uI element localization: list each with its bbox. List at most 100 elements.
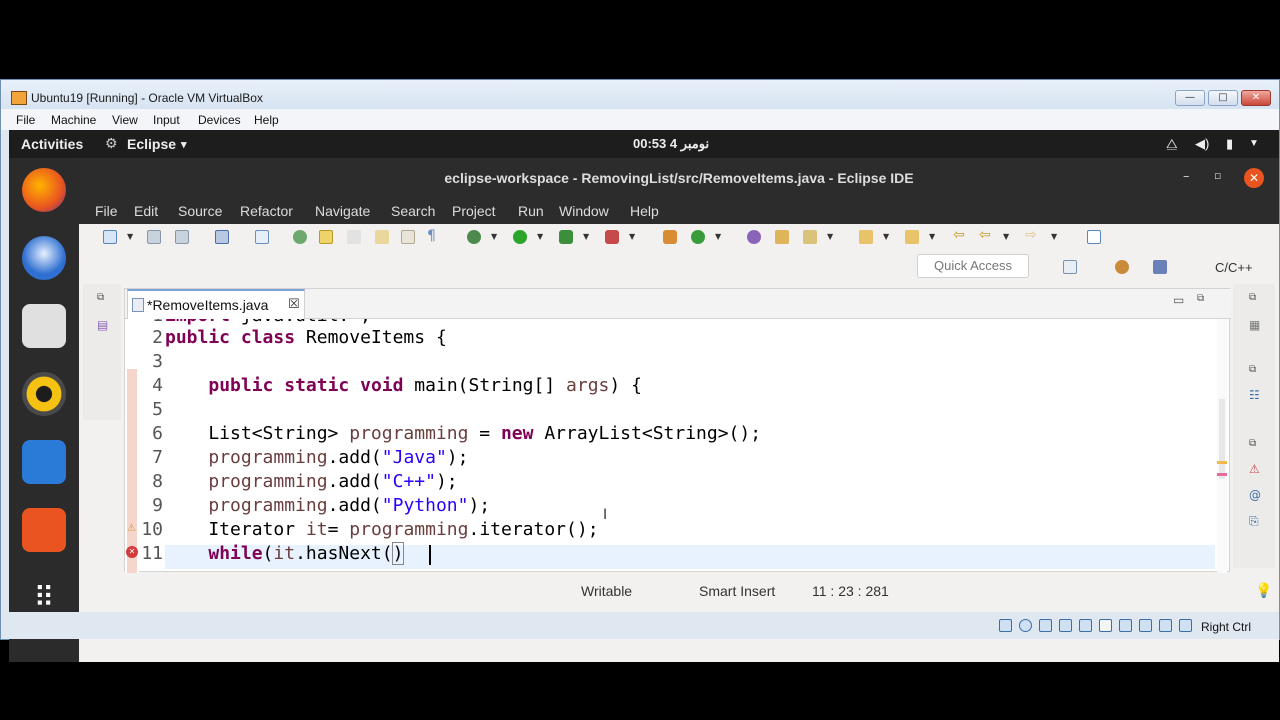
minimize-button[interactable]: —: [1175, 90, 1205, 106]
chevron-down-icon[interactable]: ▾: [181, 138, 187, 151]
java-ee-perspective-icon[interactable]: [1115, 260, 1129, 274]
skip-breakpoints-icon[interactable]: [255, 230, 269, 244]
warning-icon[interactable]: ⚠: [127, 523, 136, 534]
display-icon[interactable]: [1119, 619, 1132, 632]
code-text-area[interactable]: 1 import java.util.*; 2 public class Rem…: [125, 319, 1231, 573]
rhythmbox-icon[interactable]: [22, 372, 66, 416]
restore-icon[interactable]: ⧉: [97, 292, 104, 303]
chevron-down-icon[interactable]: ▼: [537, 232, 543, 241]
quick-access-input[interactable]: Quick Access: [917, 254, 1029, 278]
restore-icon[interactable]: ⧉: [1249, 292, 1256, 303]
last-edit-icon[interactable]: ⇦: [953, 227, 965, 243]
lightbulb-icon[interactable]: 💡: [1255, 582, 1272, 599]
chevron-down-icon[interactable]: ▼: [1051, 232, 1057, 241]
chevron-down-icon[interactable]: ▼: [883, 232, 889, 241]
shared-folders-icon[interactable]: [1099, 619, 1112, 632]
restore-icon[interactable]: ⧉: [1249, 364, 1256, 375]
annotation-icon[interactable]: [401, 230, 415, 244]
save-icon[interactable]: [147, 230, 161, 244]
editor-tab[interactable]: *RemoveItems.java ☒: [127, 289, 305, 319]
chevron-down-icon[interactable]: ▼: [583, 232, 589, 241]
external-tools-icon[interactable]: [605, 230, 619, 244]
eclipse-close-button[interactable]: ✕: [1244, 168, 1264, 188]
open-perspective-icon[interactable]: [747, 230, 761, 244]
clock[interactable]: 00:53 4 نومبر: [633, 136, 709, 152]
open-type-icon[interactable]: [293, 230, 307, 244]
battery-icon[interactable]: ▮: [1226, 136, 1233, 152]
recording-icon[interactable]: [1139, 619, 1152, 632]
menu-source[interactable]: Source: [178, 203, 222, 219]
highlight-icon[interactable]: [319, 230, 333, 244]
menu-file[interactable]: File: [95, 203, 118, 219]
problems-icon[interactable]: ⚠: [1249, 462, 1260, 476]
perspective-cpp[interactable]: C/C++: [1215, 260, 1253, 275]
search-icon[interactable]: [803, 230, 817, 244]
maximize-button[interactable]: □: [1208, 90, 1238, 106]
new-package-icon[interactable]: [663, 230, 677, 244]
virtualization-icon[interactable]: [1159, 619, 1172, 632]
minimize-editor-button[interactable]: ▭: [1173, 293, 1184, 307]
vb-menu-devices[interactable]: Devices: [198, 113, 241, 127]
run-icon[interactable]: [513, 230, 527, 244]
menu-search[interactable]: Search: [391, 203, 435, 219]
vb-menu-help[interactable]: Help: [254, 113, 279, 127]
vb-menu-file[interactable]: File: [16, 113, 35, 127]
chevron-down-icon[interactable]: ▼: [491, 232, 497, 241]
new-class-icon[interactable]: [691, 230, 705, 244]
code-editor[interactable]: *RemoveItems.java ☒ ▭ ⧉ 1: [124, 288, 1231, 573]
activities-button[interactable]: Activities: [21, 136, 83, 152]
optical-drive-icon[interactable]: [1019, 619, 1032, 632]
save-all-icon[interactable]: [175, 230, 189, 244]
folder-icon[interactable]: [775, 230, 789, 244]
warning-marker[interactable]: [1217, 461, 1227, 464]
files-icon[interactable]: [22, 304, 66, 348]
vb-menu-view[interactable]: View: [112, 113, 138, 127]
eclipse-minimize-button[interactable]: –: [1183, 169, 1190, 184]
menu-help[interactable]: Help: [630, 203, 659, 219]
error-marker[interactable]: [1217, 473, 1227, 476]
debug-icon[interactable]: [467, 230, 481, 244]
menu-window[interactable]: Window: [559, 203, 609, 219]
menu-navigate[interactable]: Navigate: [315, 203, 370, 219]
app-menu-label[interactable]: Eclipse: [127, 136, 176, 152]
pin-editor-icon[interactable]: [1087, 230, 1101, 244]
open-perspective-icon[interactable]: [1063, 260, 1077, 274]
terminal-icon[interactable]: [215, 230, 229, 244]
previous-annotation-icon[interactable]: [905, 230, 919, 244]
hard-disk-icon[interactable]: [999, 619, 1012, 632]
pilcrow-icon[interactable]: ¶: [427, 228, 436, 244]
coverage-icon[interactable]: [559, 230, 573, 244]
error-icon[interactable]: ✕: [126, 546, 138, 558]
back-icon[interactable]: ⇦: [979, 227, 991, 243]
package-explorer-icon[interactable]: ▤: [97, 318, 108, 332]
outline-icon[interactable]: ☷: [1249, 388, 1260, 402]
cut-icon[interactable]: [347, 230, 361, 244]
usb-icon[interactable]: [1079, 619, 1092, 632]
forward-icon[interactable]: ⇨: [1025, 227, 1037, 243]
chevron-down-icon[interactable]: ▼: [827, 232, 833, 241]
thunderbird-icon[interactable]: [22, 236, 66, 280]
chevron-down-icon[interactable]: ▼: [929, 232, 935, 241]
firefox-icon[interactable]: [22, 168, 66, 212]
menu-edit[interactable]: Edit: [134, 203, 158, 219]
restore-icon[interactable]: ⧉: [1249, 438, 1256, 449]
close-icon[interactable]: ☒: [288, 297, 300, 312]
eclipse-maximize-button[interactable]: ▫: [1214, 169, 1221, 182]
network-adapter-icon[interactable]: [1059, 619, 1072, 632]
vb-menu-machine[interactable]: Machine: [51, 113, 96, 127]
chevron-down-icon[interactable]: ▼: [715, 232, 721, 241]
close-button[interactable]: ✕: [1241, 90, 1271, 106]
writer-icon[interactable]: [22, 440, 66, 484]
new-icon[interactable]: [103, 230, 117, 244]
audio-icon[interactable]: [1039, 619, 1052, 632]
scrollbar-thumb[interactable]: [1219, 399, 1225, 479]
power-menu-icon[interactable]: ▼: [1249, 138, 1259, 149]
java-perspective-icon[interactable]: [1153, 260, 1167, 274]
network-icon[interactable]: ⧋: [1166, 136, 1178, 152]
declaration-icon[interactable]: ⎘: [1249, 514, 1259, 529]
volume-icon[interactable]: ◀): [1195, 136, 1209, 152]
open-task-icon[interactable]: [375, 230, 389, 244]
maximize-editor-button[interactable]: ⧉: [1197, 293, 1204, 304]
chevron-down-icon[interactable]: ▼: [127, 232, 133, 241]
chevron-down-icon[interactable]: ▼: [629, 232, 635, 241]
